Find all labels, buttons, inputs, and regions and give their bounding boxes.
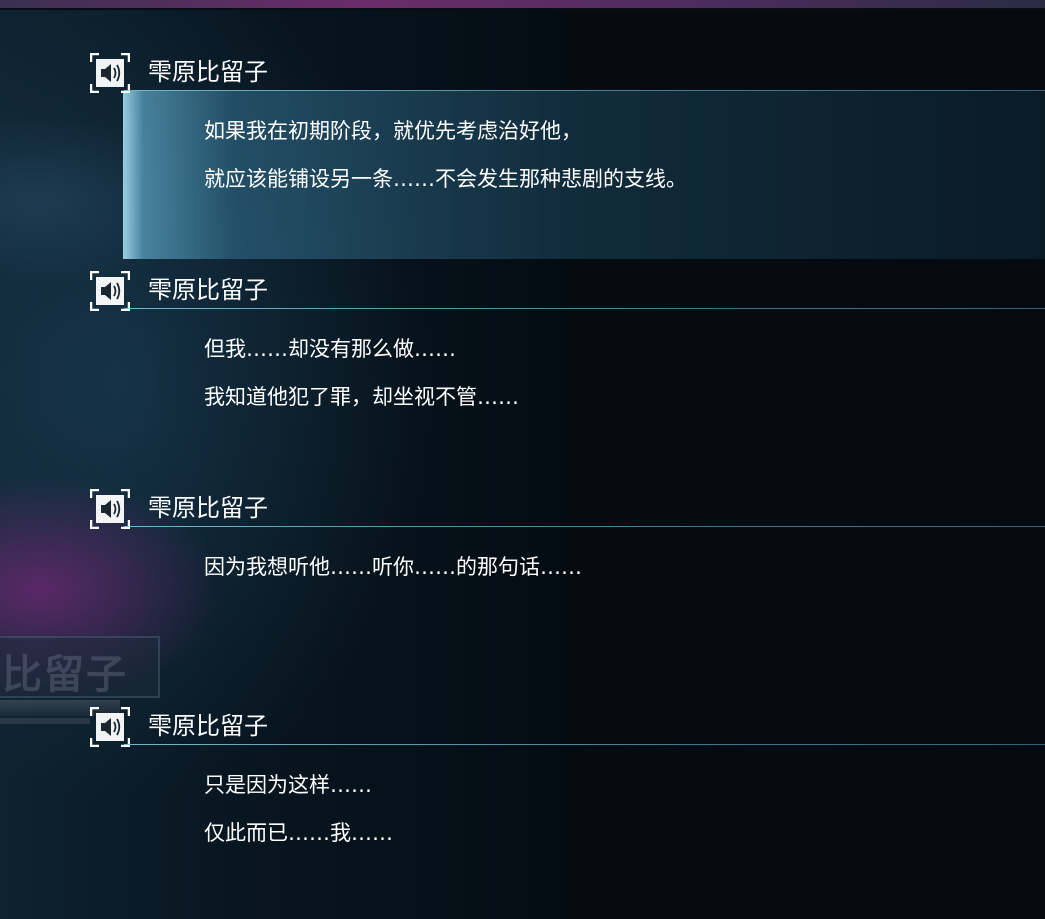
entry-divider — [124, 526, 1045, 527]
speaker-volume-icon — [90, 53, 130, 93]
voice-replay-button[interactable] — [90, 707, 130, 747]
voice-replay-button[interactable] — [90, 271, 130, 311]
backlog-entry-body: 但我……却没有那么做…… 我知道他犯了罪，却坐视不管…… — [123, 309, 1045, 477]
background-decor-line — [0, 718, 90, 724]
voice-replay-button[interactable] — [90, 489, 130, 529]
dialogue-line: 因为我想听他……听你……的那句话…… — [204, 555, 582, 579]
speaker-volume-icon — [90, 707, 130, 747]
voice-replay-button[interactable] — [90, 53, 130, 93]
speaker-name: 雫原比留子 — [148, 58, 268, 86]
dialogue-line: 我知道他犯了罪，却坐视不管…… — [204, 385, 519, 409]
speaker-volume-icon — [90, 271, 130, 311]
dialogue-line: 如果我在初期阶段，就优先考虑治好他， — [204, 119, 582, 143]
dialogue-line: 就应该能铺设另一条……不会发生那种悲剧的支线。 — [204, 167, 687, 191]
dialogue-line: 仅此而已……我…… — [204, 821, 393, 845]
entry-header: 雫原比留子 — [90, 707, 1045, 747]
entry-divider — [124, 308, 1045, 309]
backlog-entry-body: 只是因为这样…… 仅此而已……我…… — [123, 745, 1045, 913]
entry-header: 雫原比留子 — [90, 271, 1045, 311]
entry-header: 雫原比留子 — [90, 53, 1045, 93]
backlog-entry-highlight: 如果我在初期阶段，就优先考虑治好他， 就应该能铺设另一条……不会发生那种悲剧的支… — [123, 91, 1045, 259]
dialogue-line: 只是因为这样…… — [204, 773, 372, 797]
speaker-volume-icon — [90, 489, 130, 529]
background-name-plate-text: 比留子 — [2, 652, 128, 698]
entry-header: 雫原比留子 — [90, 489, 1045, 529]
speaker-name: 雫原比留子 — [148, 712, 268, 740]
dialogue-line: 但我……却没有那么做…… — [204, 337, 456, 361]
backlog-entry-body: 因为我想听他……听你……的那句话…… — [123, 527, 1045, 695]
speaker-name: 雫原比留子 — [148, 494, 268, 522]
top-bar — [0, 0, 1045, 10]
speaker-name: 雫原比留子 — [148, 276, 268, 304]
entry-divider — [124, 744, 1045, 745]
entry-divider — [124, 90, 1045, 91]
